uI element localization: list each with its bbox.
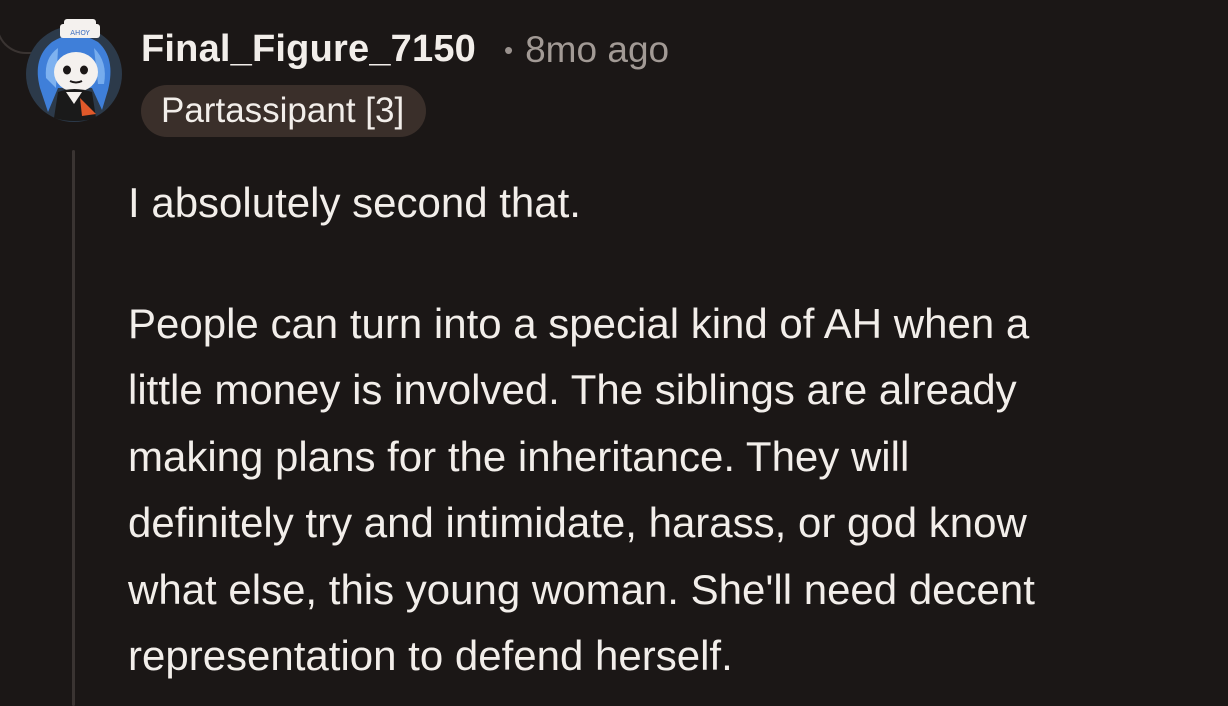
comment-line: definitely try and intimidate, harass, o… (128, 499, 1027, 546)
comment-line: what else, this young woman. She'll need… (128, 565, 1035, 613)
comment-line: making plans for the inheritance. They w… (128, 432, 910, 480)
snoo-avatar-sailor-hat-icon: AHOY (26, 19, 122, 122)
comment-line: little money is involved. The siblings a… (128, 366, 1017, 413)
meta-separator: • (504, 35, 514, 65)
author-username[interactable]: Final_Figure_7150 (141, 28, 476, 71)
comment-line: People can turn into a special kind of A… (128, 299, 1030, 347)
comment-body: I absolutely second that. People can tur… (128, 170, 1208, 690)
user-flair: Partassipant [3] (141, 85, 427, 137)
comment-line: representation to defend herself. (128, 632, 733, 679)
comment-paragraph: I absolutely second that. (128, 179, 581, 226)
user-avatar[interactable]: AHOY (22, 18, 126, 122)
comment-header: Final_Figure_7150 • 8mo ago (141, 28, 669, 71)
comment-timestamp[interactable]: 8mo ago (525, 29, 669, 71)
thread-line[interactable] (72, 150, 75, 706)
avatar-hat-text: AHOY (70, 29, 90, 37)
